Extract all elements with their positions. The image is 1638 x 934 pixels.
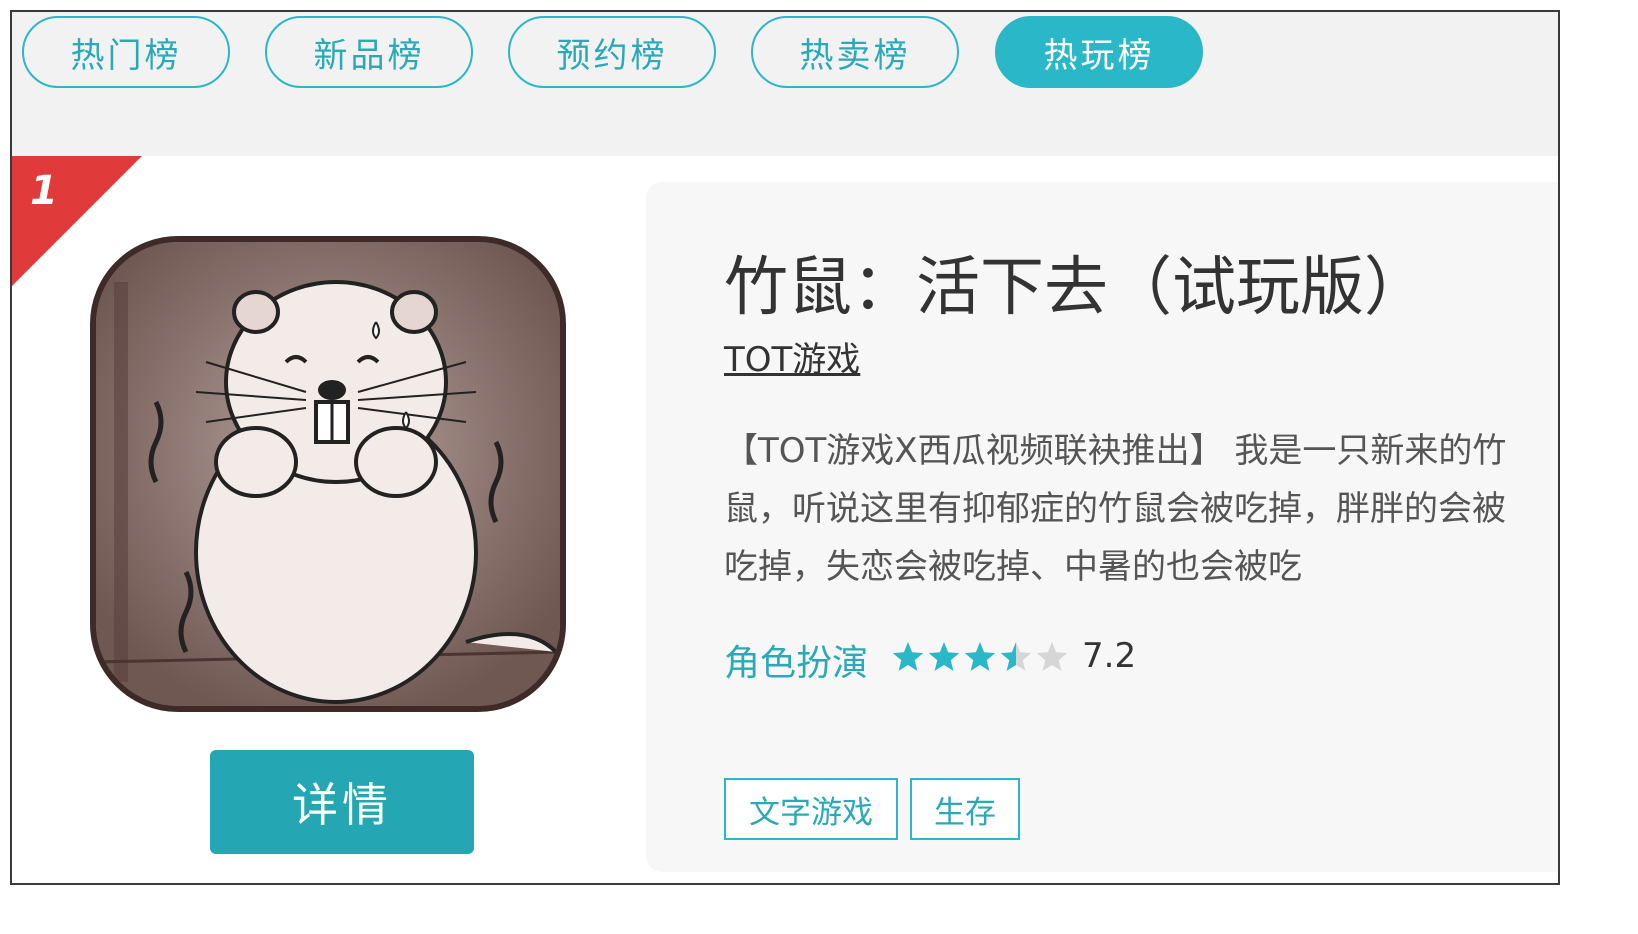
tab-hot[interactable]: 热门榜	[22, 16, 230, 88]
rating-star	[964, 642, 996, 671]
game-description: 【TOT游戏X西瓜视频联袂推出】 我是一只新来的竹鼠，听说这里有抑郁症的竹鼠会被…	[724, 431, 1507, 587]
game-info: 竹鼠：活下去（试玩版） TOT游戏 【TOT游戏X西瓜视频联袂推出】 我是一只新…	[646, 182, 1558, 872]
game-card: 1 详情 竹鼠：活下去（试玩版） TOT游戏 【TOT游戏X西瓜视频联袂推出】 …	[12, 156, 1558, 883]
game-title[interactable]: 竹鼠：活下去（试玩版）	[724, 236, 1428, 328]
game-icon[interactable]	[90, 236, 566, 712]
tab-best-selling[interactable]: 热卖榜	[751, 16, 959, 88]
ranking-panel: 热门榜 新品榜 预约榜 热卖榜 热玩榜 1 详情 竹鼠：活下去（试玩版） TOT…	[10, 10, 1560, 885]
rating-stars	[892, 642, 1068, 671]
tab-reserve[interactable]: 预约榜	[508, 16, 716, 88]
genre-label[interactable]: 角色扮演	[724, 634, 868, 686]
detail-button[interactable]: 详情	[210, 750, 474, 854]
rating-star	[1000, 642, 1032, 671]
rating-star	[1036, 642, 1068, 671]
developer-link[interactable]: TOT游戏	[724, 332, 860, 381]
tab-most-played[interactable]: 热玩榜	[995, 16, 1203, 88]
rating-score: 7.2	[1082, 636, 1137, 676]
rating-star	[928, 642, 960, 671]
rating-star	[892, 642, 924, 671]
tag-text-game[interactable]: 文字游戏	[724, 778, 898, 840]
rank-number: 1	[30, 168, 58, 214]
tag-survival[interactable]: 生存	[910, 778, 1020, 840]
tab-new[interactable]: 新品榜	[265, 16, 473, 88]
